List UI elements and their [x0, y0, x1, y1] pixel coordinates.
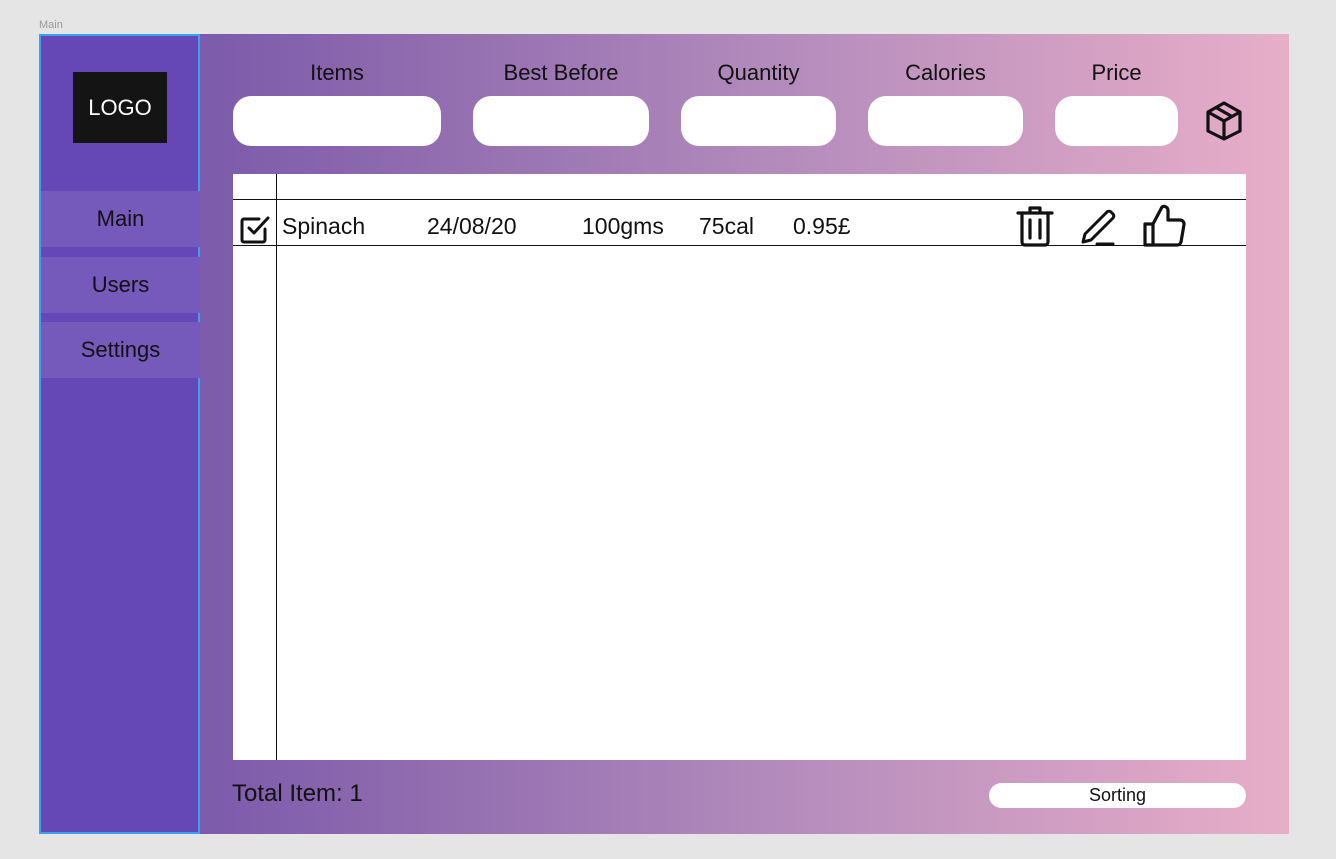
checkbox-checked-icon[interactable]: [238, 212, 272, 246]
cube-icon[interactable]: [1203, 100, 1245, 142]
sidebar-item-users[interactable]: Users: [41, 257, 200, 313]
total-items: Total Item: 1: [232, 780, 363, 807]
items-table: Spinach 24/08/20 100gms 75cal 0.95£: [233, 174, 1246, 760]
thumbs-up-icon[interactable]: [1141, 204, 1187, 248]
items-label: Items: [310, 60, 364, 85]
cell-quantity: 100gms: [582, 213, 664, 239]
best-before-label: Best Before: [503, 60, 619, 85]
sorting-button[interactable]: Sorting: [989, 783, 1246, 808]
best-before-input[interactable]: [473, 96, 649, 146]
table-header-divider: [233, 199, 1246, 200]
calories-input[interactable]: [868, 96, 1023, 146]
cell-item: Spinach: [282, 213, 366, 239]
table-column-divider: [276, 174, 277, 760]
calories-label: Calories: [905, 60, 986, 85]
quantity-input[interactable]: [681, 96, 836, 146]
sidebar-item-settings[interactable]: Settings: [41, 322, 200, 378]
quantity-label: Quantity: [717, 60, 800, 85]
pencil-icon[interactable]: [1077, 204, 1117, 248]
sidebar: LOGO Main Users Settings: [39, 34, 200, 834]
price-label: Price: [1091, 60, 1142, 85]
cell-best-before: 24/08/20: [427, 213, 517, 239]
cell-price: 0.95£: [793, 213, 851, 239]
items-input[interactable]: [233, 96, 441, 146]
main-frame: LOGO Main Users Settings Items Best Befo…: [39, 34, 1289, 834]
frame-label: Main: [39, 19, 63, 31]
sidebar-item-main[interactable]: Main: [41, 191, 200, 247]
cell-calories: 75cal: [699, 213, 754, 239]
logo: LOGO: [73, 72, 167, 143]
trash-icon[interactable]: [1015, 204, 1055, 248]
price-input[interactable]: [1055, 96, 1178, 146]
